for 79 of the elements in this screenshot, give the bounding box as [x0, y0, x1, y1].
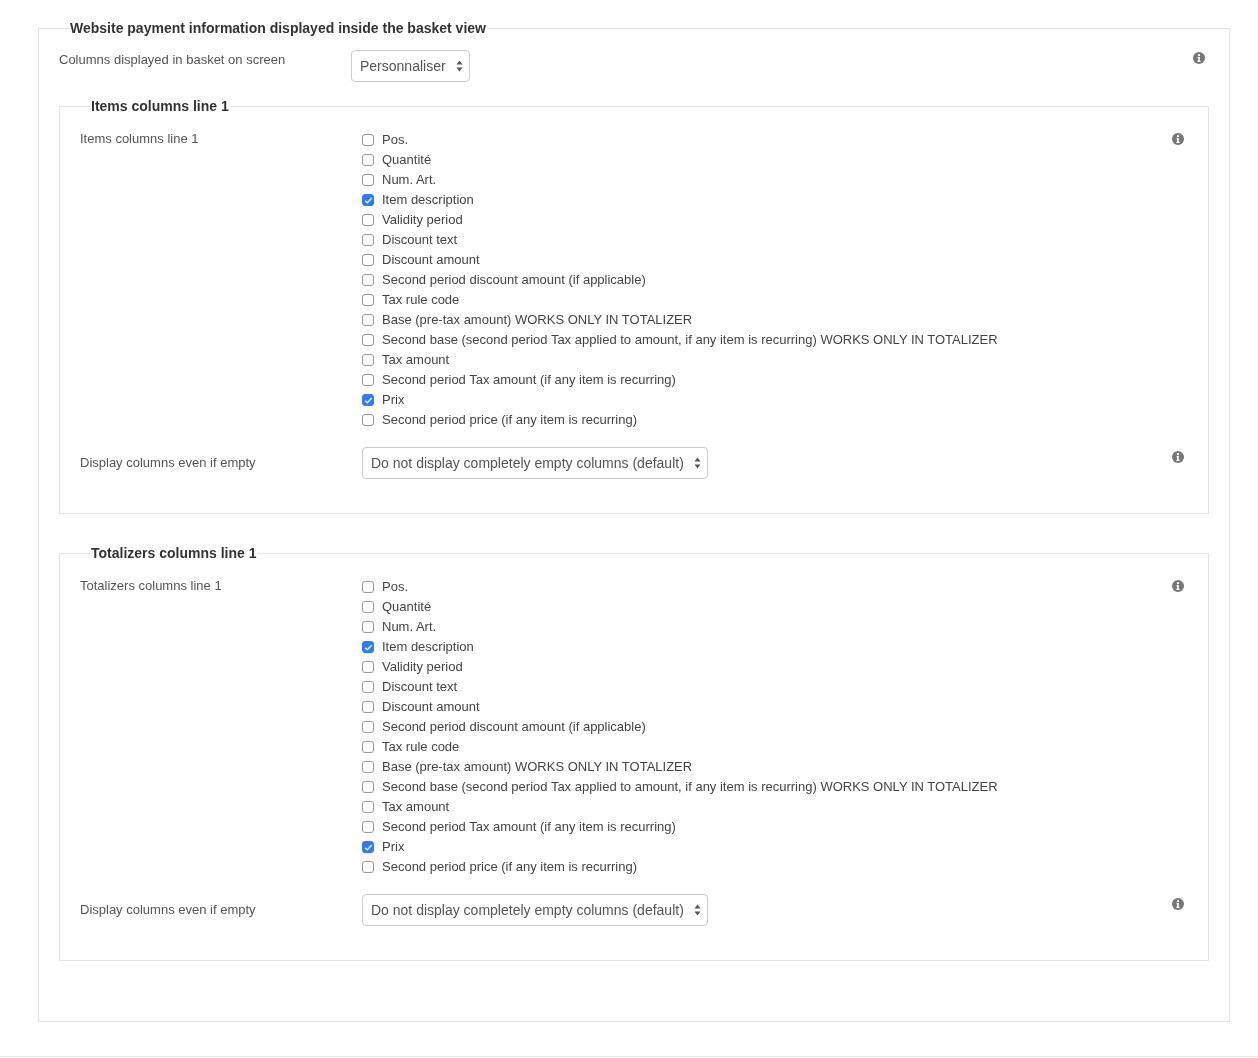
select-field[interactable]: Personnaliser — [351, 50, 470, 82]
checkbox[interactable] — [362, 394, 374, 406]
checkbox-label: Second period discount amount (if applicable) — [382, 718, 646, 734]
checkbox[interactable] — [362, 661, 374, 673]
checkbox-label: Pos. — [382, 578, 408, 594]
checkbox-label: Validity period — [382, 211, 463, 227]
checkbox[interactable] — [362, 334, 374, 346]
info-icon — [1172, 451, 1184, 463]
checkbox[interactable] — [362, 841, 374, 853]
checkbox[interactable] — [362, 801, 374, 813]
caret-icon — [455, 60, 463, 72]
checkbox-label: Discount amount — [382, 698, 480, 714]
checkbox[interactable] — [362, 274, 374, 286]
checkbox[interactable] — [362, 781, 374, 793]
checkbox[interactable] — [362, 354, 374, 366]
checkbox-label: Second period price (if any item is recurring) — [382, 858, 638, 874]
checkbox[interactable] — [362, 194, 374, 206]
checkbox[interactable] — [362, 294, 374, 306]
checkbox-label: Base (pre-tax amount) WORKS ONLY IN TOTALIZER — [382, 758, 693, 774]
checkbox[interactable] — [362, 701, 374, 713]
checkbox-label: Second period Tax amount (if any item is recurring) — [382, 818, 676, 834]
checkbox[interactable] — [362, 761, 374, 773]
checkbox-label: Discount text — [382, 231, 458, 247]
checkbox[interactable] — [362, 374, 374, 386]
checkbox[interactable] — [362, 134, 374, 146]
checkbox-label: Discount text — [382, 678, 458, 694]
checkbox[interactable] — [362, 234, 374, 246]
field-label: Display columns even if empty — [80, 902, 257, 918]
checkbox-label: Tax amount — [382, 798, 450, 814]
checkbox[interactable] — [362, 681, 374, 693]
checkbox[interactable] — [362, 414, 374, 426]
checkbox[interactable] — [362, 621, 374, 633]
checkbox[interactable] — [362, 581, 374, 593]
checkbox-label: Pos. — [382, 131, 408, 147]
info-icon — [1172, 133, 1184, 145]
checkbox[interactable] — [362, 601, 374, 613]
checkbox-label: Second period price (if any item is recurring) — [382, 411, 638, 427]
checkbox[interactable] — [362, 861, 374, 873]
checkbox[interactable] — [362, 154, 374, 166]
checkbox-label: Second base (second period Tax applied to amount, if any item is recurring) WORKS ONLY IN TOTALIZER — [382, 778, 998, 794]
checkbox-label: Base (pre-tax amount) WORKS ONLY IN TOTALIZER — [382, 311, 693, 327]
group-title: Totalizers columns line 1 — [91, 545, 258, 561]
checkbox-label: Second period Tax amount (if any item is recurring) — [382, 371, 676, 387]
checkbox-label: Item description — [382, 191, 474, 207]
checkbox-label: Validity period — [382, 658, 463, 674]
section-title: Website payment information displayed inside the basket view — [70, 20, 487, 36]
checkbox-label: Tax amount — [382, 351, 450, 367]
checkbox[interactable] — [362, 174, 374, 186]
checkbox-label: Second period discount amount (if applicable) — [382, 271, 646, 287]
caret-icon — [693, 904, 701, 916]
checkbox-label: Tax rule code — [382, 738, 460, 754]
checkbox-label: Item description — [382, 638, 474, 654]
select-field[interactable]: Do not display completely empty columns (default) — [362, 447, 708, 479]
checkbox-label: Num. Art. — [382, 171, 437, 187]
checkbox[interactable] — [362, 821, 374, 833]
select-field[interactable]: Do not display completely empty columns (default) — [362, 894, 708, 926]
checkbox-label: Quantité — [382, 151, 432, 167]
field-label: Columns displayed in basket on screen — [59, 51, 287, 68]
field-label: Items columns line 1 — [80, 131, 200, 147]
checkbox-label: Prix — [382, 838, 405, 854]
checkbox[interactable] — [362, 254, 374, 266]
group-title: Items columns line 1 — [91, 98, 230, 114]
checkbox-label: Prix — [382, 391, 405, 407]
checkbox[interactable] — [362, 214, 374, 226]
checkbox-label: Quantité — [382, 598, 432, 614]
field-label: Display columns even if empty — [80, 455, 257, 471]
caret-icon — [693, 457, 701, 469]
info-icon — [1172, 580, 1184, 592]
field-label: Totalizers columns line 1 — [80, 578, 223, 594]
checkbox-label: Discount amount — [382, 251, 480, 267]
checkbox-label: Num. Art. — [382, 618, 437, 634]
info-icon — [1193, 52, 1205, 64]
checkbox-label: Second base (second period Tax applied to amount, if any item is recurring) WORKS ONLY IN TOTALIZER — [382, 331, 998, 347]
info-icon — [1172, 898, 1184, 910]
checkbox[interactable] — [362, 741, 374, 753]
checkbox-label: Tax rule code — [382, 291, 460, 307]
checkbox[interactable] — [362, 721, 374, 733]
checkbox[interactable] — [362, 314, 374, 326]
checkbox[interactable] — [362, 641, 374, 653]
